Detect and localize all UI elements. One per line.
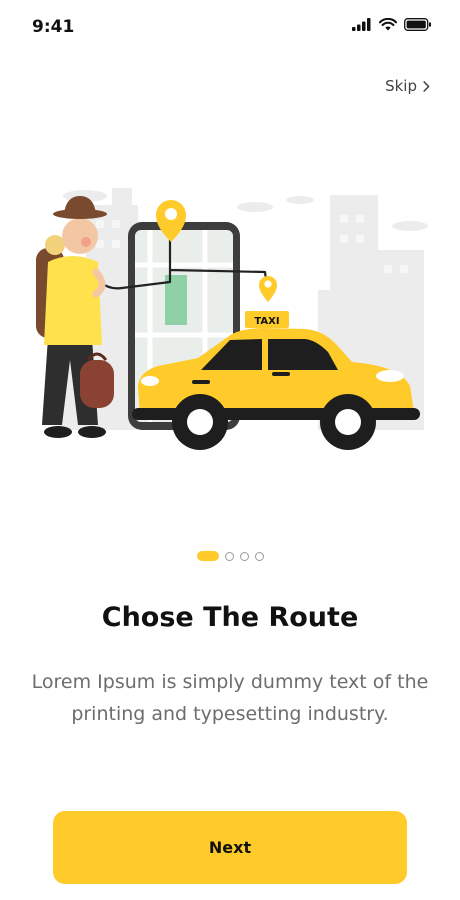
next-button[interactable]: Next — [53, 811, 407, 884]
page-title: Chose The Route — [101, 602, 359, 633]
page-description: Lorem Ipsum is simply dummy text of the … — [31, 671, 429, 725]
pagination-dot[interactable] — [254, 551, 264, 561]
cellular-signal-icon — [352, 18, 371, 31]
chevron-right-icon — [423, 80, 430, 92]
taxi-sign-text: TAXI — [254, 316, 279, 327]
map-pin-small — [259, 276, 277, 302]
pagination-dots — [0, 551, 460, 561]
skip-button[interactable]: Skip — [385, 77, 430, 95]
pagination-dot[interactable] — [224, 551, 234, 561]
wifi-icon — [379, 18, 397, 31]
battery-icon — [404, 18, 431, 31]
pagination-dot[interactable] — [239, 551, 249, 561]
onboarding-illustration: TAXI — [36, 188, 428, 450]
pagination-dot-active[interactable] — [196, 551, 219, 561]
skip-label: Skip — [385, 77, 417, 95]
status-time: 9:41 — [32, 17, 75, 37]
status-icons — [352, 18, 432, 31]
status-bar: 9:41 — [0, 0, 460, 52]
